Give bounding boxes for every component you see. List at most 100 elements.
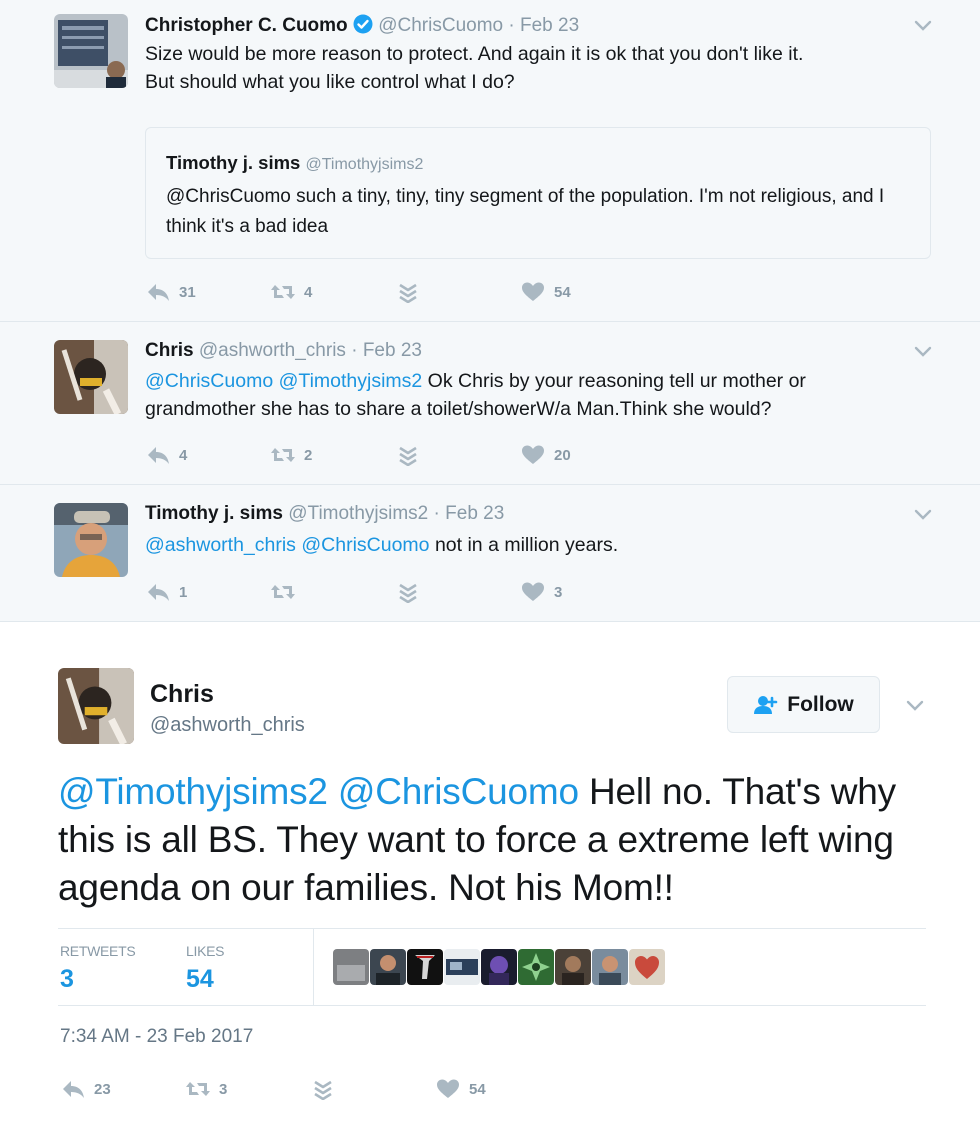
retweet-icon [186,1082,210,1096]
separator: · [351,340,358,361]
main-tweet: Chris @ashworth_chris Follow @Timothyjsi… [0,622,980,1144]
mention-link[interactable]: @ashworth_chris [145,534,296,556]
reply-button[interactable]: 1 [145,579,187,605]
tweet-header: Christopher C. Cuomo @ChrisCuomo · Feb 2… [145,14,579,37]
reply-icon [148,284,169,301]
separator: · [433,503,440,524]
direct-message-icon [314,1080,332,1100]
like-count: 3 [554,583,563,601]
direct-message-button[interactable] [395,579,429,605]
tweet-sims[interactable]: Timothy j. sims @Timothyjsims2 · Feb 23 … [0,485,980,622]
direct-message-button[interactable] [395,442,429,468]
quoted-tweet-text: @ChrisCuomo such a tiny, tiny, tiny segm… [166,186,885,237]
author-name[interactable]: Chris [145,340,194,361]
retweet-icon [271,285,295,299]
like-button[interactable]: 3 [520,579,562,605]
author-name[interactable]: Timothy j. sims [145,503,283,524]
mention-link[interactable]: @Timothyjsims2 [58,771,328,812]
author-handle[interactable]: @ashworth_chris [199,340,346,361]
direct-message-button[interactable] [395,279,429,305]
mention-link[interactable]: @ChrisCuomo [145,370,273,392]
author-handle[interactable]: @ashworth_chris [150,714,305,737]
reply-count: 4 [179,446,188,464]
quoted-tweet[interactable]: Timothy j. sims @Timothyjsims2 @ChrisCuo… [145,127,931,259]
liker-avatar[interactable] [407,949,443,985]
reply-icon [63,1081,84,1098]
chevron-down-icon[interactable] [904,694,926,716]
tweet-text: Size would be more reason to protect. An… [145,40,915,96]
mention-link[interactable]: @ChrisCuomo [338,771,579,812]
follow-label: Follow [787,692,854,716]
mention-link[interactable]: @ChrisCuomo [301,534,429,556]
reply-button[interactable]: 4 [145,442,187,468]
avatar[interactable] [54,14,128,88]
tweet-actions: 4 2 20 [145,442,605,468]
retweet-button[interactable]: 3 [185,1076,227,1102]
tweet-time[interactable]: Feb 23 [363,340,422,361]
retweet-count: 4 [304,283,313,301]
tweet-text-content: not in a million years. [429,534,619,556]
quoted-author-handle: @Timothyjsims2 [305,156,424,173]
direct-message-icon [399,583,417,603]
tweet-text: @ChrisCuomo @Timothyjsims2 Ok Chris by y… [145,367,915,423]
tweet-text-line: But should what you like control what I … [145,71,515,93]
quoted-tweet-header: Timothy j. sims @Timothyjsims2 [166,152,423,174]
liker-avatar[interactable] [481,949,517,985]
tweet-text-line: Size would be more reason to protect. An… [145,43,804,65]
retweet-count: 2 [304,446,313,464]
like-count: 54 [554,283,571,301]
avatar[interactable] [58,668,134,744]
retweets-stat[interactable]: RETWEETS 3 [60,943,136,994]
liker-avatar[interactable] [518,949,554,985]
heart-icon [522,445,544,464]
chevron-down-icon[interactable] [912,503,934,525]
retweet-button[interactable] [270,579,304,605]
author-name[interactable]: Chris [150,680,214,709]
direct-message-icon [399,446,417,466]
direct-message-button[interactable] [310,1076,344,1102]
tweet-stats: RETWEETS 3 LIKES 54 [58,928,926,1006]
stats-divider [313,929,314,1005]
retweet-button[interactable]: 2 [270,442,312,468]
reply-count: 1 [179,583,188,601]
avatar[interactable] [54,503,128,577]
tweet-actions: 23 3 54 [60,1076,520,1102]
like-button[interactable]: 20 [520,442,571,468]
tweet-time[interactable]: Feb 23 [520,15,579,36]
retweet-button[interactable]: 4 [270,279,312,305]
tweet-cuomo[interactable]: Christopher C. Cuomo @ChrisCuomo · Feb 2… [0,0,980,322]
liker-avatar[interactable] [629,949,665,985]
author-handle[interactable]: @Timothyjsims2 [288,503,428,524]
mention-link[interactable]: @Timothyjsims2 [279,370,423,392]
heart-icon [437,1079,459,1098]
separator: · [508,15,515,36]
liker-avatar[interactable] [592,949,628,985]
chevron-down-icon[interactable] [912,14,934,36]
likes-label: LIKES [186,943,225,959]
liker-avatar[interactable] [333,949,369,985]
reply-button[interactable]: 23 [60,1076,111,1102]
follow-button[interactable]: Follow [727,676,880,733]
retweet-count: 3 [219,1080,228,1098]
liker-avatar[interactable] [555,949,591,985]
liker-avatar[interactable] [444,949,480,985]
like-button[interactable]: 54 [435,1076,486,1102]
author-handle[interactable]: @ChrisCuomo [378,15,503,36]
conversation-thread: Christopher C. Cuomo @ChrisCuomo · Feb 2… [0,0,980,622]
like-count: 20 [554,446,571,464]
chevron-down-icon[interactable] [912,340,934,362]
liker-avatar[interactable] [370,949,406,985]
direct-message-icon [399,283,417,303]
liker-avatars [333,949,666,985]
like-button[interactable]: 54 [520,279,571,305]
tweet-ashworth[interactable]: Chris @ashworth_chris · Feb 23 @ChrisCuo… [0,322,980,485]
quoted-author-name: Timothy j. sims [166,152,301,173]
tweet-timestamp[interactable]: 7:34 AM - 23 Feb 2017 [60,1026,253,1048]
avatar[interactable] [54,340,128,414]
likes-stat[interactable]: LIKES 54 [186,943,225,994]
author-name[interactable]: Christopher C. Cuomo [145,15,348,36]
tweet-header: Timothy j. sims @Timothyjsims2 · Feb 23 [145,503,504,525]
reply-button[interactable]: 31 [145,279,196,305]
heart-icon [522,282,544,301]
tweet-time[interactable]: Feb 23 [445,503,504,524]
